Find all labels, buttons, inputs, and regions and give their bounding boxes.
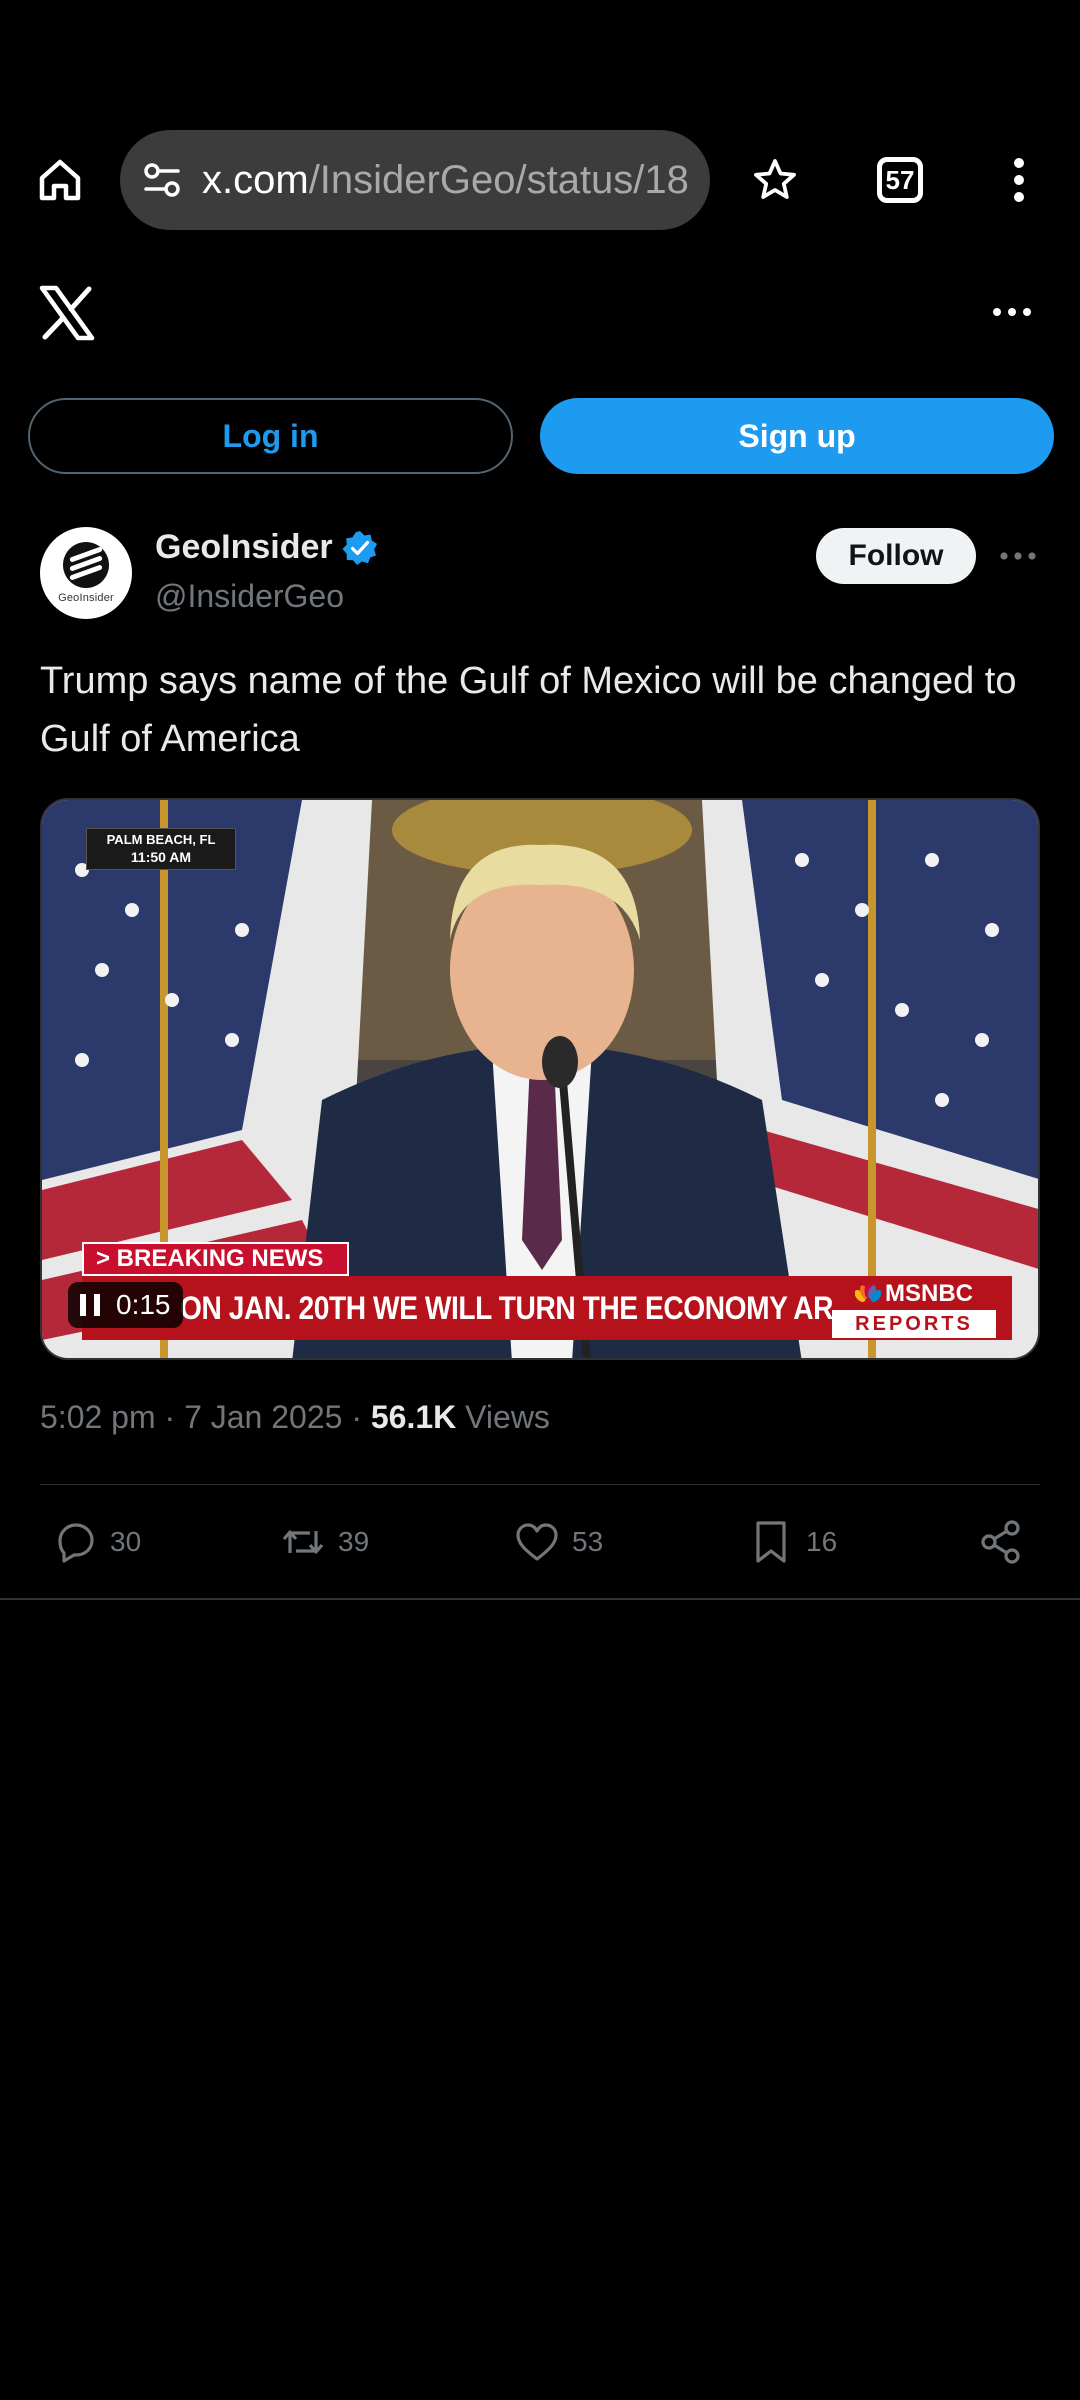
bookmark-star-icon[interactable] <box>745 150 805 210</box>
address-bar[interactable]: x.com/InsiderGeo/status/18 <box>120 130 710 230</box>
divider <box>0 1598 1080 1600</box>
bookmark-count: 16 <box>806 1526 838 1557</box>
divider <box>40 1484 1040 1485</box>
avatar-caption: GeoInsider <box>58 592 114 604</box>
url-text[interactable]: x.com/InsiderGeo/status/18 <box>202 158 689 203</box>
signup-button[interactable]: Sign up <box>540 398 1054 474</box>
views-label: Views <box>465 1399 550 1435</box>
author-name-row[interactable]: GeoInsider <box>155 528 379 567</box>
share-button[interactable] <box>978 1510 1024 1574</box>
x-logo-icon[interactable] <box>38 284 96 342</box>
tab-switcher-icon[interactable]: 57 <box>877 157 923 203</box>
pause-icon[interactable] <box>80 1294 100 1316</box>
share-icon <box>981 1520 1020 1564</box>
geoinsider-logo-icon <box>63 542 109 588</box>
more-horizontal-icon[interactable] <box>990 290 1034 334</box>
tweet-text: Trump says name of the Gulf of Mexico wi… <box>40 660 1017 760</box>
views-count: 56.1K <box>370 1399 457 1435</box>
network-top: MSNBC <box>832 1278 996 1310</box>
network-name: MSNBC <box>885 1280 973 1307</box>
repost-count: 39 <box>338 1526 370 1557</box>
location-clock: 11:50 AM <box>130 849 192 865</box>
author-display-name[interactable]: GeoInsider <box>155 528 333 567</box>
like-button[interactable]: 53 <box>514 1510 603 1574</box>
author-handle[interactable]: @InsiderGeo <box>155 578 344 615</box>
tab-count: 57 <box>885 164 915 195</box>
video-timer[interactable]: 0:15 <box>68 1282 183 1328</box>
bookmark-icon <box>756 1521 786 1563</box>
reply-button[interactable]: 30 <box>52 1510 141 1574</box>
follow-button[interactable]: Follow <box>816 528 976 584</box>
tweet-more-icon[interactable] <box>998 536 1038 576</box>
reply-count: 30 <box>110 1526 142 1557</box>
browser-toolbar: x.com/InsiderGeo/status/18 57 <box>0 130 1080 230</box>
tweet-meta: 5:02 pm · 7 Jan 2025 · 56.1K Views <box>40 1399 550 1435</box>
repost-icon <box>282 1530 324 1554</box>
location-badge: PALM BEACH, FL 11:50 AM <box>86 828 236 870</box>
site-header <box>0 270 1080 360</box>
elapsed-time: 0:15 <box>116 1289 171 1320</box>
home-icon[interactable] <box>30 150 90 210</box>
repost-button[interactable]: 39 <box>280 1510 369 1574</box>
bookmark-button[interactable]: 16 <box>748 1510 837 1574</box>
video-player[interactable]: PALM BEACH, FL 11:50 AM > BREAKING NEWS … <box>40 798 1040 1360</box>
network-logo: MSNBC REPORTS <box>832 1278 996 1338</box>
login-button[interactable]: Log in <box>28 398 513 474</box>
breaking-news-tag: > BREAKING NEWS <box>82 1242 350 1276</box>
network-sub: REPORTS <box>855 1313 973 1335</box>
tweet-time[interactable]: 5:02 pm <box>40 1399 156 1435</box>
avatar[interactable]: GeoInsider <box>40 527 132 619</box>
tweet-actions: 30 39 53 16 <box>40 1510 1040 1574</box>
tweet-date[interactable]: 7 Jan 2025 <box>184 1399 342 1435</box>
peacock-icon <box>855 1285 881 1302</box>
like-count: 53 <box>572 1526 604 1557</box>
reply-icon <box>58 1523 94 1563</box>
site-settings-icon[interactable] <box>140 158 184 202</box>
heart-icon <box>516 1523 558 1561</box>
overflow-menu-icon[interactable] <box>995 150 1043 210</box>
chyron-text: ON JAN. 20TH WE WILL TURN THE ECONOMY AR… <box>180 1289 915 1326</box>
location-city: PALM BEACH, FL <box>106 832 216 847</box>
verified-badge-icon <box>342 530 377 565</box>
